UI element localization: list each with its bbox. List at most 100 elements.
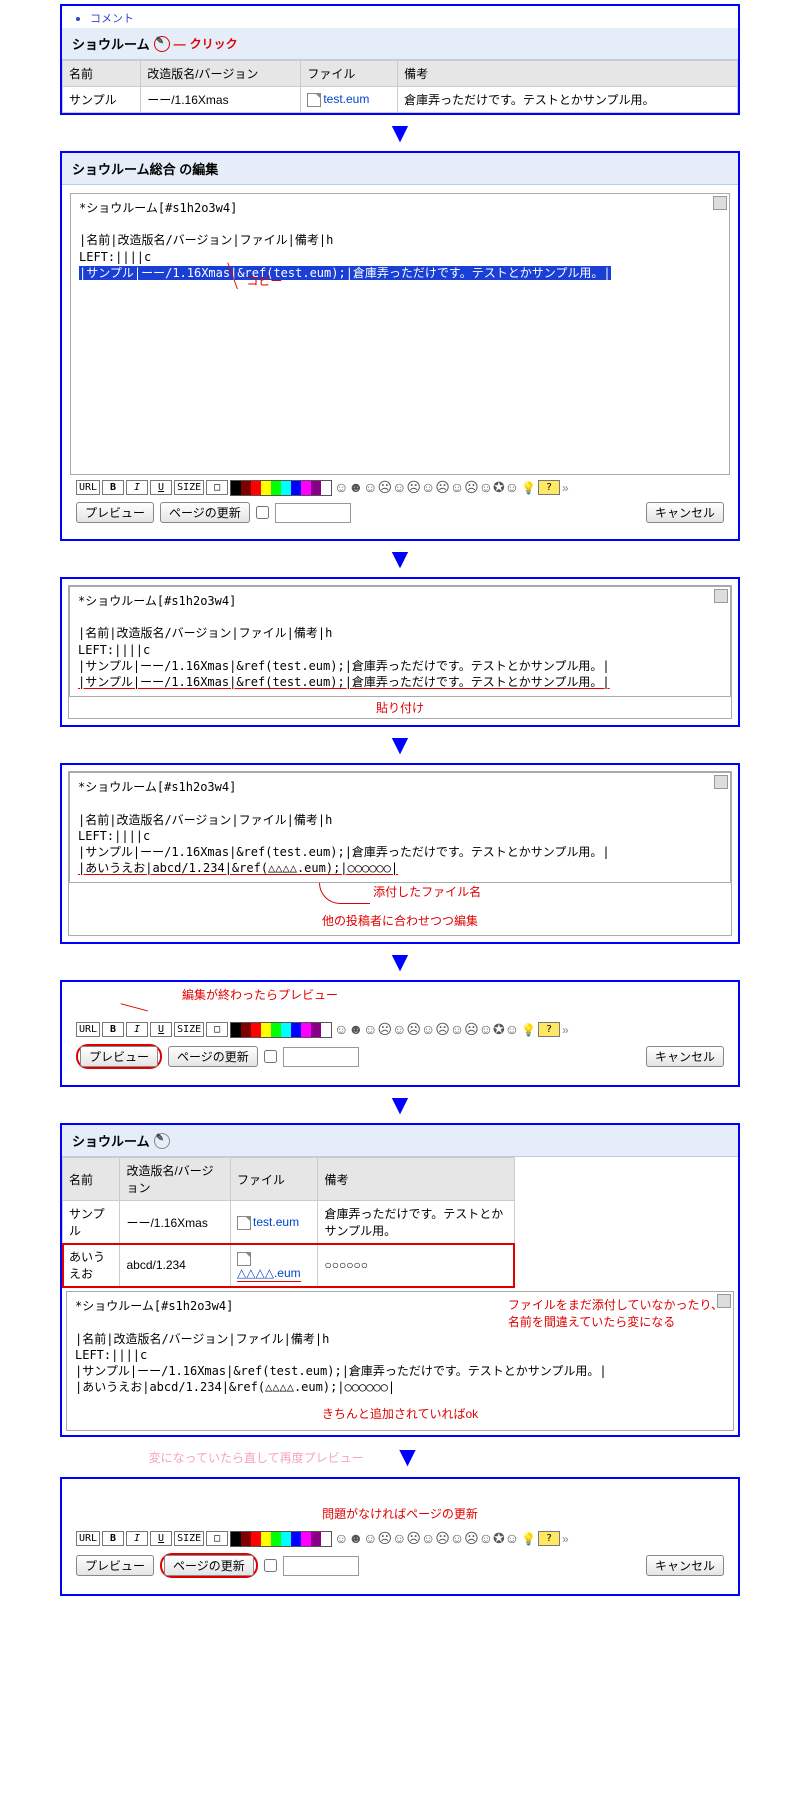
selected-line: |サンプル|ーー/1.16Xmas|&ref(test.eum);|倉庫弄っただ… [79, 266, 611, 280]
bold-button[interactable]: B [102, 480, 124, 495]
scroll-handle-icon [714, 589, 728, 603]
underline-button[interactable]: U [150, 1531, 172, 1546]
filemiss-annotation-1: ファイルをまだ添付していなかったり、 [508, 1296, 723, 1313]
col-note: 備考 [398, 61, 738, 87]
edit-textarea[interactable]: *ショウルーム[#s1h2o3w4] |名前|改造版名/バージョン|ファイル|備… [69, 772, 731, 883]
size-button[interactable]: SIZE [174, 480, 204, 495]
summary-input[interactable] [283, 1556, 359, 1576]
edit-icon[interactable] [154, 1133, 170, 1149]
panel-toolbar-preview: 編集が終わったらプレビュー ／ URL B I U SIZE □ ☺☻☺☹☺☹☺… [60, 980, 740, 1087]
editor-buttons: プレビュー ページの更新 キャンセル [70, 1551, 730, 1586]
preview-source[interactable]: ファイルをまだ添付していなかったり、 名前を間違えていたら変になる *ショウルー… [66, 1291, 734, 1431]
color-palette[interactable] [230, 480, 332, 496]
update-annotation: 問題がなければページの更新 [322, 1507, 478, 1521]
help-button[interactable]: ? [538, 1531, 560, 1546]
emoji-row[interactable]: ☺☻☺☹☺☹☺☹☺☹☺✪☺ [334, 479, 519, 496]
cell-note: 倉庫弄っただけです。テストとかサンプル用。 [398, 87, 738, 113]
flow-arrow-icon: ▼ [60, 948, 740, 976]
flow-arrow-icon: ▼ [60, 1091, 740, 1119]
panel-preview-result: ショウルーム 名前 改造版名/バージョン ファイル 備考 サンプル ーー/1.1… [60, 1123, 740, 1437]
copy-annotation: コピー [246, 274, 282, 288]
preview-table: 名前 改造版名/バージョン ファイル 備考 サンプル ーー/1.16Xmas t… [62, 1157, 515, 1287]
update-button[interactable]: ページの更新 [168, 1046, 258, 1067]
attach-button[interactable]: □ [206, 1022, 228, 1037]
edit-others-annotation: 他の投稿者に合わせつつ編集 [69, 904, 731, 935]
preview-button[interactable]: プレビュー [76, 1555, 154, 1576]
col-name: 名前 [63, 61, 141, 87]
more-icon[interactable]: » [562, 481, 569, 495]
timestamp-checkbox[interactable] [264, 1559, 277, 1572]
color-palette[interactable] [230, 1531, 332, 1547]
file-link[interactable]: △△△△.eum [237, 1266, 301, 1280]
more-icon[interactable]: » [562, 1023, 569, 1037]
preview-button[interactable]: プレビュー [76, 502, 154, 523]
flow-arrow-icon: ▼ [60, 545, 740, 573]
col-note: 備考 [318, 1158, 514, 1201]
url-button[interactable]: URL [76, 1531, 100, 1546]
preview-annotation: 編集が終わったらプレビュー [182, 988, 338, 1002]
update-highlight: ページの更新 [160, 1553, 258, 1578]
arrow-annotation: ― [174, 37, 186, 51]
italic-button[interactable]: I [126, 480, 148, 495]
color-palette[interactable] [230, 1022, 332, 1038]
panel-toolbar-update: 問題がなければページの更新 URL B I U SIZE □ ☺☻☺☹☺☹☺☹☺… [60, 1477, 740, 1596]
file-icon [237, 1216, 251, 1230]
source-text: *ショウルーム[#s1h2o3w4] |名前|改造版名/バージョン|ファイル|備… [70, 587, 730, 696]
filemiss-annotation-2: 名前を間違えていたら変になる [508, 1313, 723, 1330]
source-text: *ショウルーム[#s1h2o3w4] |名前|改造版名/バージョン|ファイル|備… [71, 194, 729, 287]
cancel-button[interactable]: キャンセル [646, 1046, 724, 1067]
attach-button[interactable]: □ [206, 1531, 228, 1546]
underline-button[interactable]: U [150, 1022, 172, 1037]
cell-version: ーー/1.16Xmas [141, 87, 301, 113]
bold-button[interactable]: B [102, 1022, 124, 1037]
col-version: 改造版名/バージョン [120, 1158, 231, 1201]
attach-button[interactable]: □ [206, 480, 228, 495]
url-button[interactable]: URL [76, 1022, 100, 1037]
more-icon[interactable]: » [562, 1532, 569, 1546]
timestamp-checkbox[interactable] [256, 506, 269, 519]
flow-arrow-icon: ▼ [60, 119, 740, 147]
attach-annotation: 添付したファイル名 [373, 885, 481, 899]
url-button[interactable]: URL [76, 480, 100, 495]
underline-button[interactable]: U [150, 480, 172, 495]
pasted-line: |サンプル|ーー/1.16Xmas|&ref(test.eum);|倉庫弄っただ… [78, 675, 610, 689]
panel-editor-copy: ショウルーム総合 の編集 *ショウルーム[#s1h2o3w4] |名前|改造版名… [60, 151, 740, 541]
preview-button[interactable]: プレビュー [80, 1046, 158, 1067]
showroom-title: ショウルーム [72, 34, 150, 53]
timestamp-checkbox[interactable] [264, 1050, 277, 1063]
flow-arrow-icon: ▼ [394, 1443, 422, 1471]
edit-textarea[interactable]: *ショウルーム[#s1h2o3w4] |名前|改造版名/バージョン|ファイル|備… [69, 586, 731, 697]
editor-buttons: プレビュー ページの更新 キャンセル [70, 500, 730, 531]
ok-annotation: きちんと追加されていればok [322, 1407, 478, 1421]
paste-annotation: 貼り付け [69, 697, 731, 718]
emoji-row[interactable]: ☺☻☺☹☺☹☺☹☺☹☺✪☺ [334, 1530, 519, 1547]
update-button[interactable]: ページの更新 [160, 502, 250, 523]
size-button[interactable]: SIZE [174, 1531, 204, 1546]
click-annotation: クリック [190, 35, 238, 52]
summary-input[interactable] [275, 503, 351, 523]
help-button[interactable]: ? [538, 1022, 560, 1037]
cancel-button[interactable]: キャンセル [646, 1555, 724, 1576]
lightbulb-icon: 💡 [521, 481, 536, 495]
panel-view-initial: コメント ショウルーム ― クリック 名前 改造版名/バージョン ファイル 備考… [60, 4, 740, 115]
showroom-header: ショウルーム [62, 1125, 738, 1157]
help-button[interactable]: ? [538, 480, 560, 495]
italic-button[interactable]: I [126, 1022, 148, 1037]
emoji-row[interactable]: ☺☻☺☹☺☹☺☹☺☹☺✪☺ [334, 1021, 519, 1038]
file-icon [307, 93, 321, 107]
file-link[interactable]: test.eum [323, 92, 369, 106]
col-file: ファイル [301, 61, 398, 87]
repreview-annotation: 変になっていたら直して再度プレビュー [149, 1449, 364, 1466]
summary-input[interactable] [283, 1047, 359, 1067]
size-button[interactable]: SIZE [174, 1022, 204, 1037]
edit-icon[interactable] [154, 36, 170, 52]
file-link[interactable]: test.eum [253, 1215, 299, 1229]
editor-toolbar: URL B I U SIZE □ ☺☻☺☹☺☹☺☹☺☹☺✪☺ 💡 ? » [70, 475, 730, 500]
cancel-button[interactable]: キャンセル [646, 502, 724, 523]
italic-button[interactable]: I [126, 1531, 148, 1546]
update-button[interactable]: ページの更新 [164, 1555, 254, 1576]
comment-link[interactable]: コメント [90, 13, 134, 25]
bold-button[interactable]: B [102, 1531, 124, 1546]
edit-textarea[interactable]: *ショウルーム[#s1h2o3w4] |名前|改造版名/バージョン|ファイル|備… [70, 193, 730, 475]
editor-toolbar: URL B I U SIZE □ ☺☻☺☹☺☹☺☹☺☹☺✪☺ 💡 ? » [70, 1017, 730, 1042]
